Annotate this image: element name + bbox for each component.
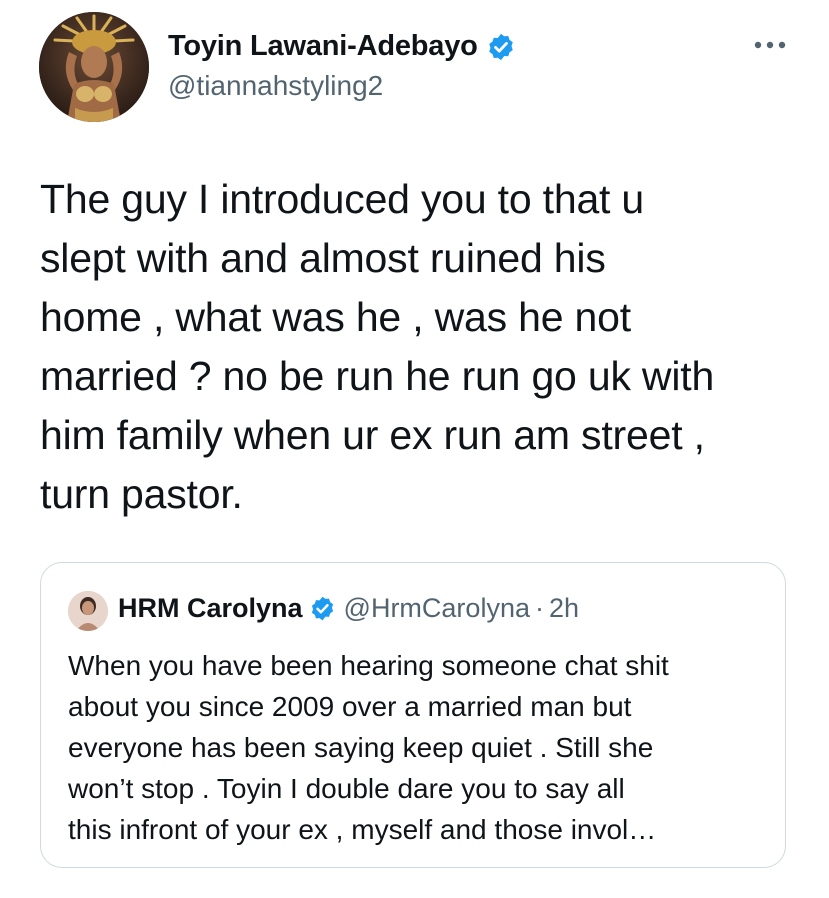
separator-dot: · <box>534 593 544 623</box>
tweet: Toyin Lawani-Adebayo @tiannahstyling2 Th… <box>0 0 829 898</box>
quoted-tweet-card[interactable]: HRM Carolyna @HrmCarolyna · 2h When you … <box>40 562 786 868</box>
author-handle[interactable]: @tiannahstyling2 <box>168 70 383 102</box>
quoted-tweet-header: HRM Carolyna @HrmCarolyna · 2h <box>118 593 579 624</box>
verified-badge-icon <box>309 595 336 622</box>
author-name-row: Toyin Lawani-Adebayo <box>168 30 516 63</box>
more-options-button[interactable] <box>750 30 790 60</box>
verified-badge-icon <box>486 32 516 62</box>
quoted-author-avatar[interactable] <box>68 591 108 631</box>
quoted-tweet-timestamp[interactable]: 2h <box>549 593 579 624</box>
quoted-author-name[interactable]: HRM Carolyna <box>118 593 303 624</box>
quoted-author-handle[interactable]: @HrmCarolyna <box>344 593 530 624</box>
quoted-tweet-text: When you have been hearing someone chat … <box>68 650 669 845</box>
tweet-text: The guy I introduced you to that u slept… <box>40 176 715 517</box>
author-avatar[interactable] <box>39 12 149 122</box>
author-name[interactable]: Toyin Lawani-Adebayo <box>168 30 478 63</box>
more-horizontal-icon <box>754 41 786 49</box>
